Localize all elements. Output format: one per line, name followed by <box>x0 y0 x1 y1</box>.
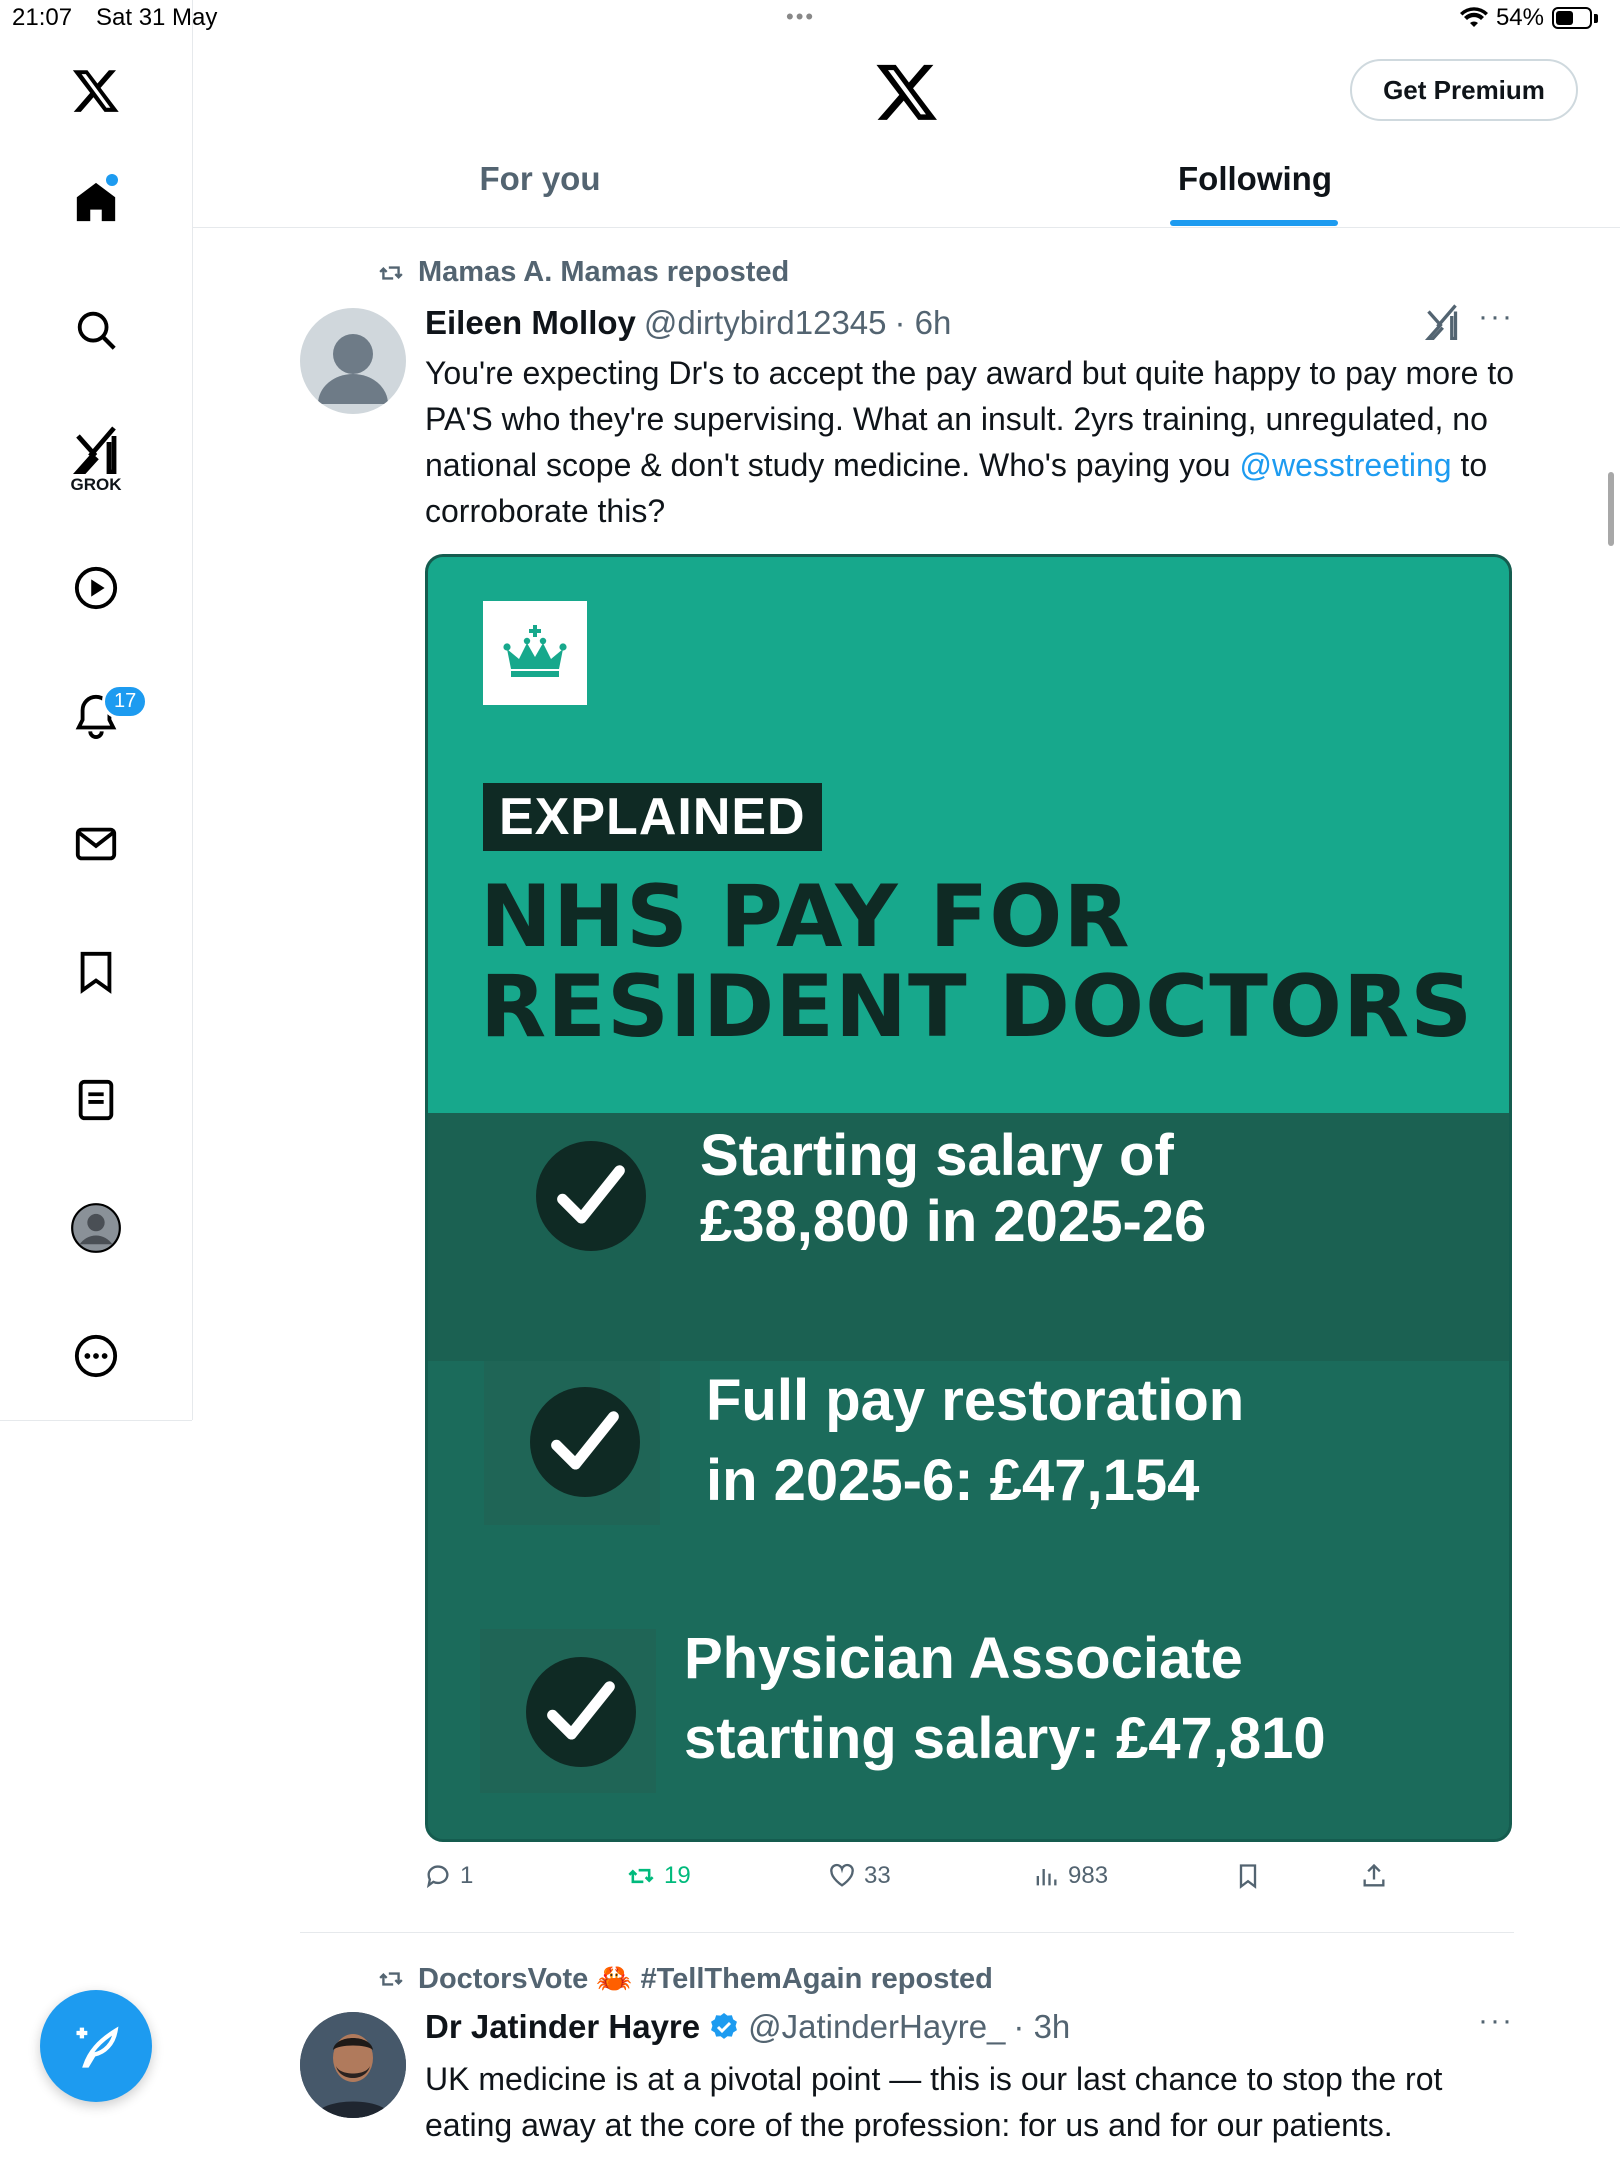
item-2-text: Full pay restoration in 2025-6: £47,154 <box>706 1361 1244 1521</box>
avatar[interactable] <box>300 308 406 414</box>
grok-label: GROK <box>70 475 122 494</box>
like-button[interactable]: 33 <box>828 1862 891 1890</box>
reply-icon <box>426 1865 449 1889</box>
repost-button[interactable]: 19 <box>626 1862 691 1890</box>
home-notification-dot <box>106 174 118 186</box>
view-count: 983 <box>1068 1862 1109 1889</box>
explained-tag: EXPLAINED <box>483 783 822 851</box>
reply-count: 1 <box>460 1862 474 1889</box>
tweet-author-line: Dr Jatinder Hayre @JatinderHayre_ · 3h <box>425 2008 1070 2046</box>
repost-icon <box>379 265 403 280</box>
repost-count: 19 <box>664 1862 691 1889</box>
checkmark-icon <box>536 1141 646 1251</box>
tab-for-you[interactable]: For you <box>440 160 640 198</box>
tweet-more-icon[interactable]: ··· <box>1478 300 1514 334</box>
author-name[interactable]: Eileen Molloy <box>425 304 636 342</box>
bookmark-icon[interactable] <box>66 942 126 1002</box>
tweet-author-line: Eileen Molloy @dirtybird12345 · 6h <box>425 304 951 342</box>
lists-icon[interactable] <box>66 1070 126 1130</box>
item-2-line-1: Full pay restoration <box>706 1368 1245 1433</box>
repost-context: Mamas A. Mamas reposted <box>376 256 789 289</box>
repost-context-text[interactable]: DoctorsVote 🦀 #TellThemAgain reposted <box>418 1962 993 1996</box>
tweet-time[interactable]: · 3h <box>1013 2008 1070 2046</box>
repost-icon <box>379 1972 403 1986</box>
tweet-text: You're expecting Dr's to accept the pay … <box>425 350 1525 534</box>
more-icon[interactable] <box>66 1326 126 1386</box>
repost-context-text[interactable]: Mamas A. Mamas reposted <box>418 256 789 289</box>
author-name[interactable]: Dr Jatinder Hayre <box>425 2008 700 2046</box>
item-1-line-2: £38,800 in 2025-26 <box>700 1189 1207 1254</box>
bookmark-button[interactable] <box>1234 1862 1262 1890</box>
status-right: 54% <box>1459 4 1598 32</box>
mail-icon[interactable] <box>66 814 126 874</box>
item-2-line-2: in 2025-6: £47,154 <box>706 1448 1200 1513</box>
share-icon <box>1363 1863 1385 1887</box>
tab-following[interactable]: Following <box>1150 160 1360 198</box>
verified-badge-icon <box>711 2013 738 2039</box>
x-logo-icon[interactable] <box>66 60 126 120</box>
video-icon[interactable] <box>66 558 126 618</box>
image-headline: NHS PAY FOR RESIDENT DOCTORS <box>480 872 1473 1052</box>
tweet-more-icon[interactable]: ··· <box>1478 2004 1514 2038</box>
crown-crest-icon <box>483 601 587 705</box>
grok-icon[interactable] <box>66 420 126 480</box>
compose-feather-icon <box>76 2026 119 2068</box>
item-3-text: Physician Associate starting salary: £47… <box>684 1619 1326 1779</box>
grok-explain-icon[interactable] <box>1424 304 1460 345</box>
active-tab-indicator <box>1170 220 1338 226</box>
share-button[interactable] <box>1360 1862 1388 1890</box>
tweet-image[interactable]: EXPLAINED NHS PAY FOR RESIDENT DOCTORS S… <box>425 554 1512 1842</box>
get-premium-button[interactable]: Get Premium <box>1350 59 1578 121</box>
x-header-logo-icon[interactable] <box>874 58 940 124</box>
multitasking-dots-icon[interactable]: ••• <box>786 4 815 30</box>
headline-line-1: NHS PAY FOR <box>480 867 1131 967</box>
tweet-text: UK medicine is at a pivotal point — this… <box>425 2061 1443 2143</box>
item-1-text: Starting salary of £38,800 in 2025-26 <box>700 1123 1206 1255</box>
search-icon[interactable] <box>66 300 126 360</box>
wifi-icon <box>1459 7 1488 27</box>
author-handle[interactable]: @dirtybird12345 <box>644 304 887 342</box>
views-button[interactable]: 983 <box>1032 1862 1108 1890</box>
profile-icon[interactable] <box>66 1198 126 1258</box>
repost-context: DoctorsVote 🦀 #TellThemAgain reposted <box>376 1962 993 1996</box>
battery-icon <box>1552 7 1592 29</box>
author-handle[interactable]: @JatinderHayre_ <box>748 2008 1005 2046</box>
tweet-time[interactable]: · 6h <box>895 304 952 342</box>
headline-line-2: RESIDENT DOCTORS <box>480 957 1474 1057</box>
avatar[interactable] <box>300 2012 406 2118</box>
item-1-line-1: Starting salary of <box>700 1123 1174 1188</box>
tweet-actions: 1 19 33 983 <box>424 1862 1404 1902</box>
repost-icon <box>628 1868 654 1884</box>
notifications-badge: 17 <box>102 684 149 719</box>
views-icon <box>1036 1869 1057 1886</box>
item-3-line-2: starting salary: £47,810 <box>684 1706 1326 1771</box>
battery-percent: 54% <box>1495 4 1544 31</box>
heart-icon <box>830 1863 854 1887</box>
compose-button[interactable] <box>40 1990 152 2102</box>
reply-button[interactable]: 1 <box>424 1862 473 1890</box>
mention-link[interactable]: @wesstreeting <box>1239 447 1451 483</box>
item-3-line-1: Physician Associate <box>684 1626 1243 1691</box>
bookmark-icon <box>1239 1864 1257 1889</box>
scrollbar[interactable] <box>1608 472 1614 546</box>
checkmark-icon <box>530 1387 640 1497</box>
sidebar-divider <box>0 1420 192 1421</box>
checkmark-icon <box>526 1657 636 1767</box>
header-divider <box>193 227 1620 228</box>
like-count: 33 <box>864 1862 891 1889</box>
tweet-divider <box>300 1932 1514 1933</box>
